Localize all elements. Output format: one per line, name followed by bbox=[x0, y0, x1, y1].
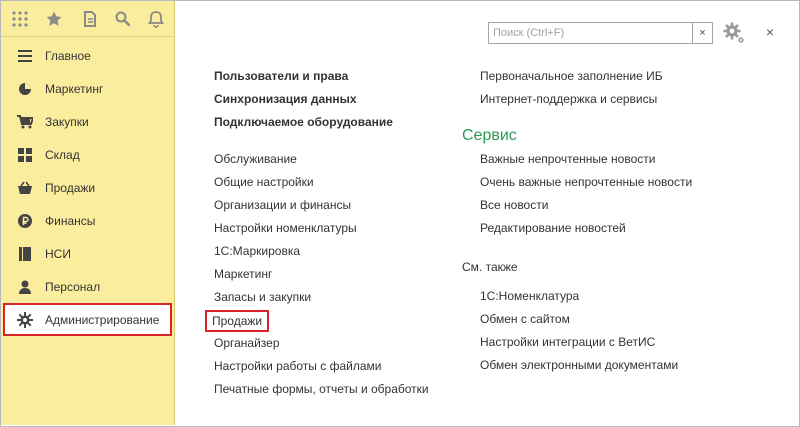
ruble-coin-icon bbox=[17, 213, 33, 229]
link-file-settings[interactable]: Настройки работы с файлами bbox=[214, 358, 474, 381]
link-maintenance[interactable]: Обслуживание bbox=[214, 151, 474, 174]
sidebar-item-label: Администрирование bbox=[45, 312, 160, 327]
basket-icon bbox=[17, 180, 33, 196]
search-box: × bbox=[488, 22, 713, 44]
sidebar-item-administration[interactable]: Администрирование bbox=[3, 303, 172, 336]
bell-icon[interactable] bbox=[147, 10, 165, 28]
link-site-exchange[interactable]: Обмен с сайтом bbox=[480, 311, 780, 334]
main-panel: × × Пользователи и права Синхронизация д… bbox=[176, 1, 799, 425]
link-connected-equipment[interactable]: Подключаемое оборудование bbox=[214, 114, 474, 137]
section-title-see-also: См. также bbox=[462, 260, 518, 274]
column-right: Первоначальное заполнение ИБ Интернет-по… bbox=[462, 68, 780, 380]
sidebar-item-label: Склад bbox=[45, 147, 80, 162]
sidebar-item-finance[interactable]: Финансы bbox=[1, 204, 175, 237]
search-icon[interactable] bbox=[114, 10, 132, 28]
sidebar-item-label: Персонал bbox=[45, 279, 101, 294]
section-title-service: Сервис bbox=[462, 127, 517, 144]
link-very-important-unread-news[interactable]: Очень важные непрочтенные новости bbox=[480, 174, 780, 197]
sidebar-item-main[interactable]: Главное bbox=[1, 39, 175, 72]
settings-gear-icon[interactable] bbox=[722, 21, 746, 45]
book-icon bbox=[17, 246, 33, 262]
link-stocks-purchases[interactable]: Запасы и закупки bbox=[214, 289, 474, 312]
link-edit-news[interactable]: Редактирование новостей bbox=[480, 220, 780, 243]
link-edi-exchange[interactable]: Обмен электронными документами bbox=[480, 357, 780, 380]
link-print-forms-reports[interactable]: Печатные формы, отчеты и обработки bbox=[214, 381, 474, 404]
star-icon[interactable] bbox=[45, 10, 63, 28]
close-button[interactable]: × bbox=[763, 23, 777, 41]
sidebar-top-toolbar bbox=[1, 1, 175, 37]
search-input[interactable] bbox=[489, 23, 693, 43]
link-sales-row: Продажи bbox=[204, 310, 474, 335]
link-internet-support[interactable]: Интернет-поддержка и сервисы bbox=[480, 91, 780, 114]
sidebar-item-marketing[interactable]: Маркетинг bbox=[1, 72, 175, 105]
link-important-unread-news[interactable]: Важные непрочтенные новости bbox=[480, 151, 780, 174]
link-users-and-rights[interactable]: Пользователи и права bbox=[214, 68, 474, 91]
link-1c-marking[interactable]: 1С:Маркировка bbox=[214, 243, 474, 266]
apps-grid-icon[interactable] bbox=[11, 10, 29, 28]
link-initial-fill[interactable]: Первоначальное заполнение ИБ bbox=[480, 68, 780, 91]
link-all-news[interactable]: Все новости bbox=[480, 197, 780, 220]
pie-chart-icon bbox=[17, 81, 33, 97]
sidebar-item-label: Закупки bbox=[45, 114, 89, 129]
history-icon[interactable] bbox=[81, 10, 99, 28]
sidebar-item-nsi[interactable]: НСИ bbox=[1, 237, 175, 270]
link-data-sync[interactable]: Синхронизация данных bbox=[214, 91, 474, 114]
sidebar-item-label: Маркетинг bbox=[45, 81, 104, 96]
sidebar-nav: Главное Маркетинг Закупки Склад Продажи bbox=[1, 39, 175, 336]
sidebar-item-label: Главное bbox=[45, 48, 91, 63]
link-organizations-finance[interactable]: Организации и финансы bbox=[214, 197, 474, 220]
sidebar: Главное Маркетинг Закупки Склад Продажи bbox=[1, 1, 175, 425]
link-sales[interactable]: Продажи bbox=[204, 310, 270, 332]
link-marketing[interactable]: Маркетинг bbox=[214, 266, 474, 289]
link-1c-nomenclature[interactable]: 1С:Номенклатура bbox=[480, 288, 780, 311]
cart-icon bbox=[17, 114, 33, 130]
search-clear-button[interactable]: × bbox=[692, 23, 712, 43]
person-icon bbox=[17, 279, 33, 295]
sidebar-item-label: Финансы bbox=[45, 213, 96, 228]
link-nomenclature-settings[interactable]: Настройки номенклатуры bbox=[214, 220, 474, 243]
link-general-settings[interactable]: Общие настройки bbox=[214, 174, 474, 197]
column-left: Пользователи и права Синхронизация данны… bbox=[204, 68, 474, 404]
sidebar-item-label: НСИ bbox=[45, 246, 71, 261]
link-organizer[interactable]: Органайзер bbox=[214, 335, 474, 358]
sidebar-item-label: Продажи bbox=[45, 180, 96, 195]
menu-lines-icon bbox=[17, 48, 33, 64]
sidebar-item-sales[interactable]: Продажи bbox=[1, 171, 175, 204]
link-vetis-integration[interactable]: Настройки интеграции с ВетИС bbox=[480, 334, 780, 357]
sidebar-item-personnel[interactable]: Персонал bbox=[1, 270, 175, 303]
sidebar-item-purchases[interactable]: Закупки bbox=[1, 105, 175, 138]
sidebar-item-warehouse[interactable]: Склад bbox=[1, 138, 175, 171]
gear-icon bbox=[17, 311, 33, 328]
warehouse-grid-icon bbox=[17, 147, 33, 163]
